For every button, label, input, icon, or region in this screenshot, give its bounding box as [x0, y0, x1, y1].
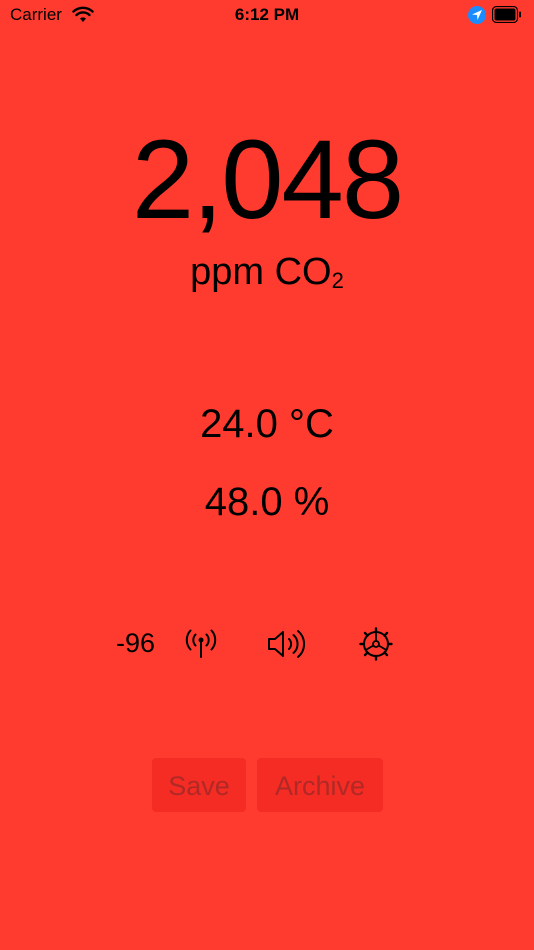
status-bar: Carrier 6:12 PM [0, 0, 534, 30]
status-time: 6:12 PM [234, 5, 300, 24]
gear-icon[interactable] [358, 626, 394, 662]
temperature-unit: °C [289, 402, 334, 446]
co2-unit-main: ppm CO [190, 251, 332, 293]
battery-icon [492, 6, 521, 23]
co2-value: 2,048 [131, 117, 404, 242]
antenna-icon[interactable] [184, 628, 218, 660]
humidity-value: 48.0 [204, 480, 283, 524]
archive-button[interactable]: Archive [257, 758, 383, 812]
co2-unit: ppm CO2 [0, 250, 534, 303]
speaker-icon[interactable] [266, 628, 306, 660]
save-button[interactable]: Save [152, 758, 246, 812]
temperature-readout: 24.0 °C [0, 400, 534, 448]
temperature-value: 24.0 [200, 402, 278, 446]
rssi-value: -96 [116, 628, 156, 658]
co2-unit-subscript: 2 [331, 268, 344, 293]
humidity-readout: 48.0 % [0, 478, 534, 526]
location-icon [468, 6, 486, 24]
humidity-unit: % [293, 480, 330, 524]
